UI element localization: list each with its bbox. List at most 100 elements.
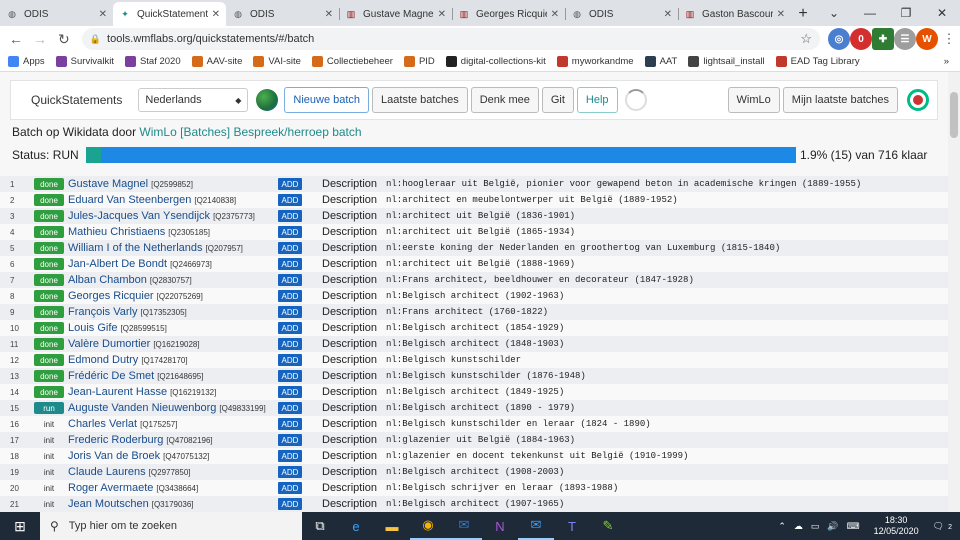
bookmark-item[interactable]: EAD Tag Library [775,56,860,67]
reload-button[interactable]: ↻ [52,27,76,51]
user-button[interactable]: WimLo [727,87,780,113]
close-tab-icon[interactable]: ✕ [438,9,446,20]
item-label-link[interactable]: Claude Laurens [68,466,146,478]
bookmark-item[interactable]: Survivalkit [55,56,114,67]
browser-tab[interactable]: ◍ ODIS ✕ [565,2,678,26]
extension-icon[interactable]: ◎ [828,28,850,50]
windows-start-icon[interactable]: ⊞ [0,512,40,540]
extension-icon[interactable]: ✚ [872,28,894,50]
notepad-icon[interactable]: ✎ [590,512,626,540]
batches-link[interactable]: [Batches] [180,125,230,139]
address-bar[interactable]: 🔒 tools.wmflabs.org/quickstatements/#/ba… [81,28,820,50]
browser-tab[interactable]: ◍ ODIS ✕ [0,2,113,26]
chrome-icon[interactable]: ◉ [410,512,446,540]
close-tab-icon[interactable]: ✕ [551,9,559,20]
volume-icon[interactable]: 🔊 [827,521,838,532]
onedrive-icon[interactable]: ☁ [794,521,803,532]
browser-tab[interactable]: ▥ Gaston Bascour ✕ [678,2,791,26]
close-tab-icon[interactable]: ✕ [777,9,785,20]
my-batches-button[interactable]: Mijn laatste batches [782,87,898,113]
bookmark-item[interactable]: Staf 2020 [124,56,181,67]
wikidata-logo-icon[interactable] [907,89,929,111]
back-button[interactable]: ← [4,27,28,51]
browser-tab[interactable]: ◍ ODIS ✕ [226,2,339,26]
item-label-link[interactable]: Valère Dumortier [68,338,150,350]
item-label-link[interactable]: Gustave Magnel [68,178,148,190]
bookmark-star-icon[interactable]: ☆ [800,31,812,47]
bookmark-item[interactable]: Apps [8,56,45,67]
item-label-link[interactable]: Georges Ricquier [68,290,154,302]
browser-tab[interactable]: ▥ Gustave Magnel ✕ [339,2,452,26]
menu-icon[interactable]: ⋮ [938,28,960,50]
item-label-link[interactable]: Eduard Van Steenbergen [68,194,191,206]
item-label-link[interactable]: Jan-Albert De Bondt [68,258,167,270]
browser-tab[interactable]: ▥ Georges Ricquie ✕ [452,2,565,26]
close-tab-icon[interactable]: ✕ [212,9,220,20]
item-label-link[interactable]: Jules-Jacques Van Ysendijck [68,210,210,222]
item-label-link[interactable]: Alban Chambon [68,274,147,286]
item-label-link[interactable]: Roger Avermaete [68,482,153,494]
notifications-icon[interactable]: 🗨 2 [933,521,956,532]
clock[interactable]: 18:30 12/05/2020 [870,515,923,537]
item-label-link[interactable]: Auguste Vanden Nieuwenborg [68,402,216,414]
batch-user-link[interactable]: WimLo [139,125,176,139]
profile-avatar[interactable]: W [916,28,938,50]
close-tab-icon[interactable]: ✕ [99,9,107,20]
teams-icon[interactable]: T [554,512,590,540]
think-along-button[interactable]: Denk mee [470,87,539,113]
task-view-icon[interactable]: ⧉ [302,512,338,540]
browser-tab[interactable]: ✦ QuickStatement ✕ [113,2,226,26]
close-tab-icon[interactable]: ✕ [325,9,333,20]
bookmark-item[interactable]: AAV-site [191,56,243,67]
taskbar-search[interactable]: ⚲ Typ hier om te zoeken [40,512,302,540]
item-label-link[interactable]: Edmond Dutry [68,354,138,366]
minimize-button[interactable]: — [852,0,888,26]
item-label-link[interactable]: Joris Van de Broek [68,450,160,462]
globe-icon[interactable] [256,89,279,111]
more-bookmarks-icon[interactable]: » [944,56,949,67]
item-label-link[interactable]: François Varly [68,306,137,318]
bookmark-label: AAV-site [206,56,243,67]
bookmark-item[interactable]: myworkandme [556,56,634,67]
maximize-button[interactable]: ❐ [888,0,924,26]
page-scrollbar[interactable] [948,72,960,512]
language-select[interactable]: Nederlands ◆ [138,88,249,112]
item-label-link[interactable]: Mathieu Christiaens [68,226,165,238]
onenote-icon[interactable]: N [482,512,518,540]
chevron-up-icon[interactable]: ⌃ [778,521,786,532]
item-label-link[interactable]: Jean-Laurent Hasse [68,386,167,398]
new-batch-button[interactable]: Nieuwe batch [284,87,370,113]
mail-icon[interactable]: ✉ [518,512,554,540]
edge-icon[interactable]: e [338,512,374,540]
last-batches-button[interactable]: Laatste batches [372,87,468,113]
chevron-down-icon[interactable]: ⌄ [816,0,852,26]
network-icon[interactable]: ▭ [811,521,820,532]
item-label-link[interactable]: Frederic Roderburg [68,434,163,446]
app-brand[interactable]: QuickStatements [31,93,122,107]
item-label-link[interactable]: William I of the Netherlands [68,242,203,254]
item-label-link[interactable]: Charles Verlat [68,418,137,430]
bookmark-item[interactable]: lightsail_install [688,56,765,67]
scrollbar-thumb[interactable] [950,92,958,138]
new-tab-button[interactable]: + [791,2,815,26]
discuss-batch-link[interactable]: Bespreek/herroep batch [233,125,361,139]
help-button[interactable]: Help [576,87,618,113]
file-explorer-icon[interactable]: ▬ [374,512,410,540]
git-button[interactable]: Git [541,87,574,113]
extension-icon[interactable]: 0 [850,28,872,50]
bookmark-item[interactable]: VAI-site [253,56,301,67]
bookmark-item[interactable]: PID [403,56,435,67]
bookmark-item[interactable]: AAT [644,56,677,67]
bookmark-item[interactable]: digital-collections-kit [445,56,546,67]
outlook-icon[interactable]: ✉ [446,512,482,540]
item-label-link[interactable]: Jean Moutschen [68,498,149,510]
keyboard-icon[interactable]: ⌨ [847,521,860,532]
forward-button[interactable]: → [28,27,52,51]
bookmark-item[interactable]: Collectiebeheer [311,56,393,67]
close-window-button[interactable]: ✕ [924,0,960,26]
item-label-link[interactable]: Louis Gife [68,322,118,334]
status-badge: run [34,402,64,414]
item-label-link[interactable]: Frédéric De Smet [68,370,154,382]
close-tab-icon[interactable]: ✕ [664,9,672,20]
extension-icon[interactable]: ☰ [894,28,916,50]
